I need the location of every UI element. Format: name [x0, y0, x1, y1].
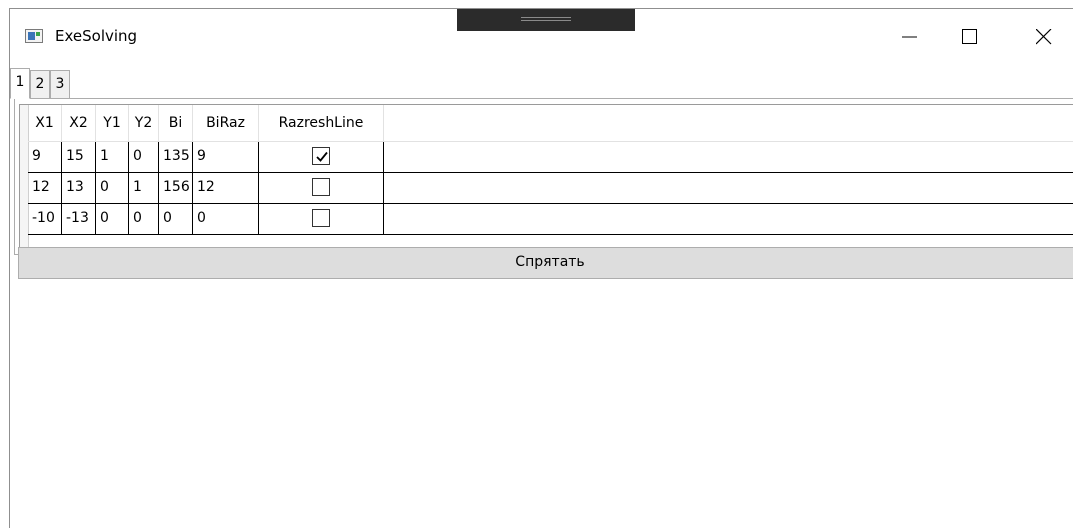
cell-y1[interactable]: 1 — [96, 142, 129, 173]
cell-x1[interactable]: 12 — [28, 173, 62, 204]
cell-bi[interactable]: 135 — [159, 142, 193, 173]
cell-y1[interactable]: 0 — [96, 173, 129, 204]
column-header-y1[interactable]: Y1 — [96, 105, 129, 142]
drag-handle[interactable] — [457, 9, 635, 31]
razreshline-checkbox[interactable] — [312, 147, 330, 165]
cell-biraz[interactable]: 9 — [193, 142, 259, 173]
data-grid[interactable]: X1 X2 Y1 Y2 Bi BiRaz RazreshLine 9 15 1 … — [19, 104, 1073, 249]
column-header-x2[interactable]: X2 — [62, 105, 96, 142]
checkmark-icon — [316, 151, 328, 162]
cell-x1[interactable]: 9 — [28, 142, 62, 173]
cell-x2[interactable]: 15 — [62, 142, 96, 173]
tab-3[interactable]: 3 — [50, 70, 70, 99]
hide-button[interactable]: Спрятать — [18, 247, 1073, 279]
cell-biraz[interactable]: 0 — [193, 204, 259, 235]
cell-bi[interactable]: 0 — [159, 204, 193, 235]
tab-2[interactable]: 2 — [30, 70, 50, 99]
minimize-icon — [902, 36, 917, 38]
tab-content: X1 X2 Y1 Y2 Bi BiRaz RazreshLine 9 15 1 … — [14, 98, 1073, 255]
razreshline-checkbox[interactable] — [312, 209, 330, 227]
cell-razreshline — [259, 142, 384, 173]
minimize-button[interactable] — [887, 21, 933, 53]
app-window: ExeSolving 1 2 3 X1 X2 Y1 Y2 Bi BiRaz Ra… — [9, 8, 1073, 528]
row-filler — [384, 142, 1073, 173]
close-icon — [1036, 29, 1052, 45]
row-filler — [384, 204, 1073, 235]
column-header-biraz[interactable]: BiRaz — [193, 105, 259, 142]
cell-y2[interactable]: 0 — [129, 142, 159, 173]
cell-y2[interactable]: 1 — [129, 173, 159, 204]
razreshline-checkbox[interactable] — [312, 178, 330, 196]
cell-x1[interactable]: -10 — [28, 204, 62, 235]
cell-biraz[interactable]: 12 — [193, 173, 259, 204]
cell-y2[interactable]: 0 — [129, 204, 159, 235]
cell-razreshline — [259, 204, 384, 235]
window-title: ExeSolving — [55, 27, 138, 45]
cell-x2[interactable]: 13 — [62, 173, 96, 204]
column-header-razreshline[interactable]: RazreshLine — [259, 105, 384, 142]
close-button[interactable] — [1021, 21, 1067, 53]
cell-bi[interactable]: 156 — [159, 173, 193, 204]
tab-1[interactable]: 1 — [10, 68, 30, 99]
column-header-bi[interactable]: Bi — [159, 105, 193, 142]
cell-x2[interactable]: -13 — [62, 204, 96, 235]
cell-y1[interactable]: 0 — [96, 204, 129, 235]
cell-razreshline — [259, 173, 384, 204]
maximize-button[interactable] — [947, 21, 993, 53]
column-header-y2[interactable]: Y2 — [129, 105, 159, 142]
app-icon — [25, 29, 43, 43]
row-filler — [384, 173, 1073, 204]
column-header-x1[interactable]: X1 — [28, 105, 62, 142]
maximize-icon — [962, 29, 977, 44]
column-header-filler — [384, 105, 1073, 142]
